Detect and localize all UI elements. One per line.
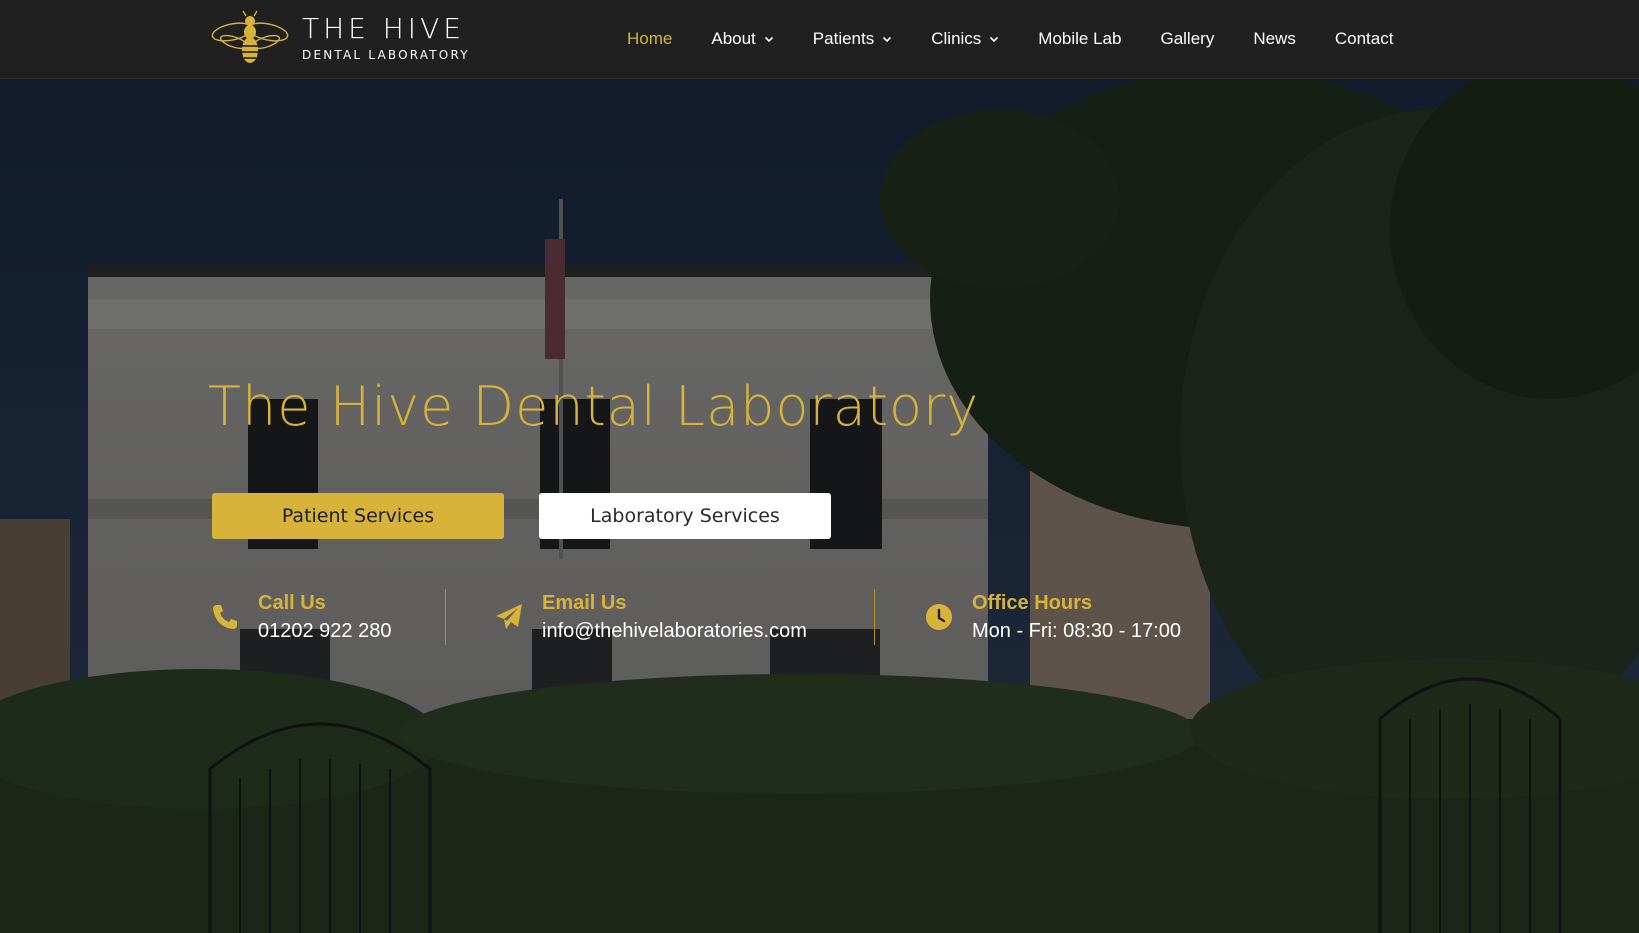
hero-section: The Hive Dental Laboratory Patient Servi…	[0, 79, 1639, 933]
paper-plane-icon	[496, 604, 522, 629]
logo-title: THE HIVE	[302, 12, 465, 45]
nav-item-label: News	[1253, 29, 1296, 48]
nav-item-news[interactable]: News	[1253, 29, 1296, 49]
logo-subtitle: DENTAL LABORATORY	[302, 48, 470, 62]
nav-item-contact[interactable]: Contact	[1335, 29, 1394, 49]
divider	[874, 589, 875, 645]
nav-item-home[interactable]: Home	[627, 29, 672, 49]
nav-item-label: Mobile Lab	[1038, 29, 1122, 48]
chevron-down-icon	[990, 36, 999, 43]
contact-label: Call Us	[258, 592, 326, 614]
bee-icon	[211, 10, 289, 63]
divider	[445, 589, 446, 645]
nav-item-clinics[interactable]: Clinics	[931, 29, 999, 49]
chevron-down-icon	[764, 36, 773, 43]
email-address[interactable]: info@thehivelaboratories.com	[542, 619, 807, 643]
office-hours: Mon - Fri: 08:30 - 17:00	[972, 620, 1181, 642]
contact-call[interactable]: Call Us 01202 922 280	[210, 589, 391, 645]
site-logo[interactable]: THE HIVE DENTAL LABORATORY	[210, 10, 470, 66]
contact-hours: Office Hours Mon - Fri: 08:30 - 17:00	[924, 589, 1181, 645]
nav-item-about[interactable]: About	[711, 29, 773, 49]
patient-services-button[interactable]: Patient Services	[212, 493, 504, 539]
nav-item-gallery[interactable]: Gallery	[1160, 29, 1214, 49]
contact-label: Email Us	[542, 592, 627, 614]
chevron-down-icon	[883, 36, 892, 43]
nav-item-label: Gallery	[1160, 29, 1215, 48]
nav-item-label: Home	[627, 29, 673, 48]
nav-item-label: About	[711, 29, 756, 48]
main-nav: Home About Patients Clinics Mobile Lab G…	[627, 0, 1432, 78]
site-header: THE HIVE DENTAL LABORATORY Home About Pa…	[0, 0, 1639, 79]
contact-label: Office Hours	[972, 592, 1093, 614]
nav-item-label: Clinics	[931, 29, 982, 48]
nav-item-patients[interactable]: Patients	[813, 29, 892, 49]
laboratory-services-button[interactable]: Laboratory Services	[539, 493, 831, 539]
contact-info-row: Call Us 01202 922 280 Email Us info@theh…	[0, 589, 1639, 645]
contact-email[interactable]: Email Us info@thehivelaboratories.com	[494, 589, 807, 645]
clock-icon	[926, 604, 952, 630]
nav-item-mobile-lab[interactable]: Mobile Lab	[1038, 29, 1121, 49]
hero-title: The Hive Dental Laboratory	[208, 375, 980, 438]
phone-number[interactable]: 01202 922 280	[258, 619, 391, 643]
nav-item-label: Contact	[1334, 29, 1394, 48]
nav-item-label: Patients	[812, 29, 875, 48]
phone-icon	[213, 605, 237, 629]
